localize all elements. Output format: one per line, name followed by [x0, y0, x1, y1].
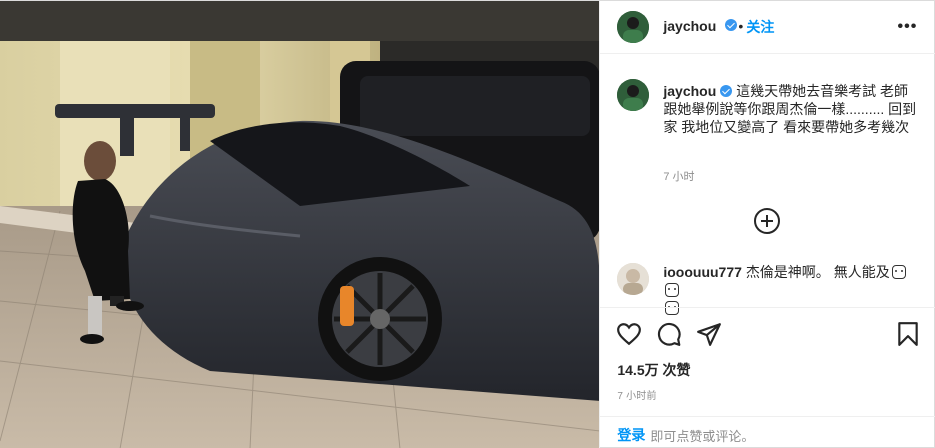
emoji-icon [665, 283, 680, 297]
avatar[interactable] [617, 11, 650, 43]
caption-username[interactable]: jaychou [663, 83, 716, 99]
comment-username[interactable]: iooouuu777 [663, 264, 742, 280]
caption-text-block: jaychou 這幾天帶她去音樂考試 老師跟她舉例說等你跟周杰倫一樣......… [663, 82, 918, 136]
action-bar [600, 307, 935, 359]
more-options-icon[interactable]: ••• [898, 18, 918, 36]
bookmark-icon[interactable] [895, 321, 921, 347]
heart-icon[interactable] [616, 321, 642, 347]
caption-timestamp[interactable]: 7 小时 [663, 168, 694, 184]
post-timestamp[interactable]: 7 小时前 [617, 387, 656, 402]
login-bar: 登录 即可点赞或评论。 [600, 416, 935, 448]
load-more-comments-icon[interactable] [754, 208, 781, 234]
post-sidebar: jaychou • 关注 ••• jaychou 這幾天帶她去音樂考試 老師跟她… [599, 1, 935, 448]
login-hint-text: 即可点赞或评论。 [650, 429, 755, 444]
comment-icon[interactable] [656, 321, 682, 347]
avatar-image [617, 11, 650, 43]
emoji-icon [891, 265, 906, 279]
verified-badge-icon [725, 19, 738, 31]
comment-text: 杰倫是神啊。 無人能及 [745, 264, 890, 280]
post-header: jaychou • 关注 ••• [600, 1, 935, 54]
post-image [0, 1, 600, 448]
verified-badge-icon [720, 85, 733, 97]
follow-button[interactable]: 关注 [746, 17, 774, 37]
paper-plane-icon[interactable] [696, 321, 722, 347]
username[interactable]: jaychou [663, 18, 716, 34]
avatar[interactable] [617, 79, 650, 111]
avatar-image [617, 263, 650, 295]
login-link[interactable]: 登录 [617, 425, 645, 445]
separator-dot: • [738, 18, 744, 34]
post-photo[interactable] [0, 1, 600, 448]
like-count[interactable]: 14.5万 次赞 [617, 360, 690, 380]
avatar-image [617, 79, 650, 111]
commenter-avatar[interactable] [617, 263, 650, 295]
post-card: jaychou • 关注 ••• jaychou 這幾天帶她去音樂考試 老師跟她… [0, 0, 935, 448]
